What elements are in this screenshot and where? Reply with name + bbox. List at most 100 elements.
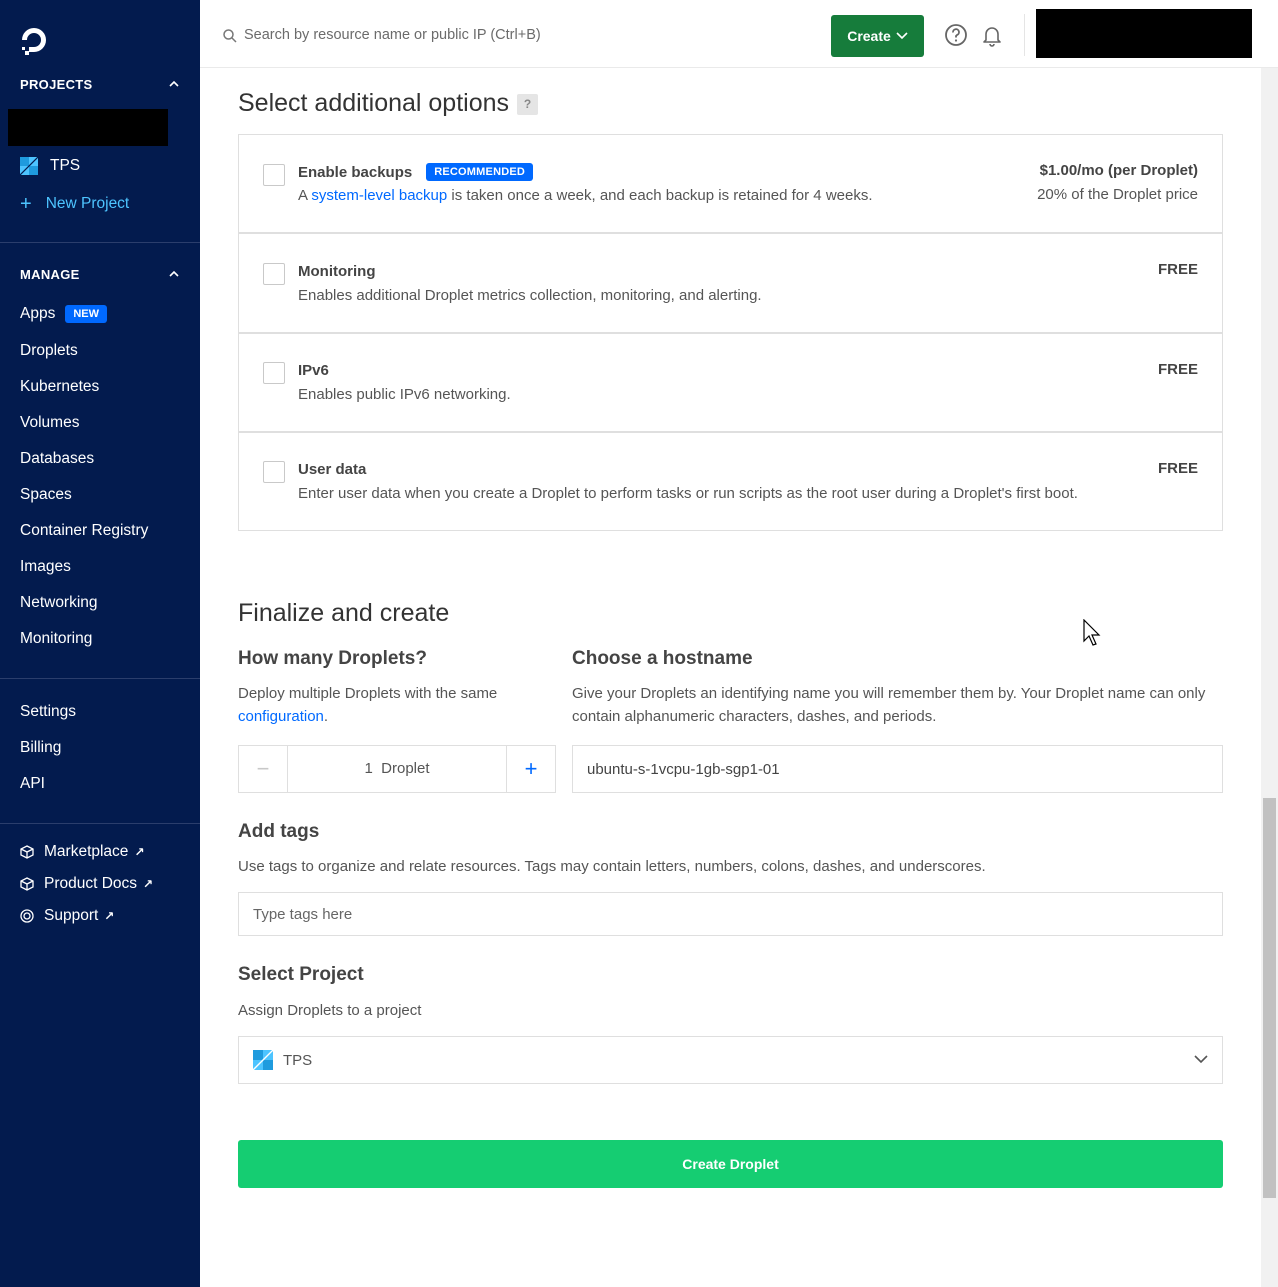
user-data-checkbox[interactable]	[263, 461, 285, 483]
external-link-icon: ↗	[134, 845, 145, 859]
help-icon[interactable]	[944, 23, 968, 47]
cube-icon	[20, 877, 34, 891]
sidebar-item-monitoring[interactable]: Monitoring	[20, 630, 92, 648]
chevron-up-icon[interactable]	[168, 78, 180, 90]
divider	[0, 823, 200, 824]
sidebar-link-label: Marketplace	[44, 843, 129, 860]
project-icon	[20, 157, 38, 175]
sidebar-item-label: Billing	[20, 739, 62, 756]
monitoring-checkbox[interactable]	[263, 263, 285, 285]
droplet-count-description: Deploy multiple Droplets with the same c…	[238, 682, 538, 728]
divider	[0, 242, 200, 243]
tags-input[interactable]	[238, 892, 1223, 936]
sidebar-link-support[interactable]: Support ↗	[20, 907, 114, 925]
lifebuoy-icon	[20, 909, 34, 923]
sidebar-item-settings[interactable]: Settings	[20, 703, 76, 721]
chevron-down-icon	[1194, 1055, 1208, 1064]
redacted-account	[1036, 9, 1252, 58]
sidebar-item-label: API	[20, 775, 45, 792]
sidebar-item-label: Droplets	[20, 342, 78, 359]
new-project-link[interactable]: + New Project	[20, 193, 130, 215]
increment-button[interactable]: +	[506, 746, 555, 792]
sidebar-link-marketplace[interactable]: Marketplace ↗	[20, 843, 145, 861]
project-label: TPS	[50, 157, 81, 174]
option-card-user-data[interactable]: User data Enter user data when you creat…	[238, 432, 1223, 531]
sidebar-item-spaces[interactable]: Spaces	[20, 486, 72, 504]
new-project-label: New Project	[45, 195, 130, 212]
option-title: Enable backups RECOMMENDED	[298, 163, 534, 181]
option-price: FREE	[1157, 460, 1198, 477]
project-description: Assign Droplets to a project	[238, 1002, 422, 1019]
ipv6-checkbox[interactable]	[263, 362, 285, 384]
option-card-backups[interactable]: Enable backups RECOMMENDED A system-leve…	[238, 134, 1223, 233]
system-level-backup-link[interactable]: system-level backup	[311, 187, 447, 204]
section-title-options: Select additional options?	[238, 89, 539, 118]
decrement-button[interactable]: −	[239, 746, 288, 792]
option-description: Enter user data when you create a Drople…	[298, 485, 1078, 502]
sidebar-item-api[interactable]: API	[20, 775, 45, 793]
divider	[1024, 14, 1025, 56]
sidebar-project-tps[interactable]: TPS	[20, 157, 80, 175]
sidebar-item-databases[interactable]: Databases	[20, 450, 94, 468]
sidebar-item-kubernetes[interactable]: Kubernetes	[20, 378, 99, 396]
external-link-icon: ↗	[104, 909, 115, 923]
manage-heading: MANAGE	[20, 267, 80, 282]
scrollbar-thumb[interactable]	[1263, 798, 1276, 1198]
desc-suffix: .	[323, 708, 329, 725]
sidebar-item-label: Monitoring	[20, 630, 93, 647]
bell-icon[interactable]	[980, 23, 1004, 47]
section-title-finalize: Finalize and create	[238, 599, 450, 627]
option-price: $1.00/mo (per Droplet)	[1039, 162, 1198, 179]
sidebar-item-apps[interactable]: Apps NEW	[20, 305, 108, 323]
digitalocean-logo-icon[interactable]	[18, 24, 50, 56]
sidebar-item-label: Kubernetes	[20, 378, 100, 395]
chevron-up-icon[interactable]	[168, 268, 180, 280]
divider	[0, 678, 200, 679]
project-heading: Select Project	[238, 964, 364, 985]
sidebar-item-label: Images	[20, 558, 71, 575]
sidebar-item-label: Settings	[20, 703, 77, 720]
option-card-ipv6[interactable]: IPv6 Enables public IPv6 networking. FRE…	[238, 333, 1223, 432]
help-tooltip-icon[interactable]: ?	[517, 94, 539, 115]
configuration-link[interactable]: configuration	[238, 708, 324, 725]
sidebar-item-images[interactable]: Images	[20, 558, 71, 576]
desc-prefix: Deploy multiple Droplets with the same	[238, 685, 498, 702]
top-bar: Create	[200, 0, 1278, 68]
droplet-count-heading: How many Droplets?	[238, 648, 427, 669]
sidebar-item-droplets[interactable]: Droplets	[20, 342, 78, 360]
sidebar: PROJECTS TPS + New Project MANAGE Apps N…	[0, 0, 200, 1287]
create-button[interactable]: Create	[831, 15, 924, 57]
mouse-cursor-icon	[1083, 619, 1101, 646]
project-select[interactable]: TPS	[238, 1036, 1223, 1084]
tags-description: Use tags to organize and relate resource…	[238, 858, 986, 875]
sidebar-item-networking[interactable]: Networking	[20, 594, 98, 612]
plus-icon: +	[20, 193, 32, 215]
redacted-project	[8, 109, 168, 146]
option-description: A system-level backup is taken once a we…	[298, 187, 873, 204]
section-title-text: Select additional options	[238, 89, 510, 117]
sidebar-item-label: Databases	[20, 450, 95, 467]
hostname-input[interactable]	[572, 745, 1223, 793]
option-price-note: 20% of the Droplet price	[1037, 186, 1198, 203]
backups-checkbox[interactable]	[263, 164, 285, 186]
sidebar-link-product-docs[interactable]: Product Docs ↗	[20, 875, 153, 893]
search-input[interactable]	[244, 22, 644, 48]
create-droplet-button[interactable]: Create Droplet	[238, 1140, 1223, 1188]
tags-heading: Add tags	[238, 821, 320, 842]
sidebar-item-container-registry[interactable]: Container Registry	[20, 522, 148, 540]
droplet-quantity-value[interactable]: 1 Droplet	[288, 746, 506, 792]
option-title-text: User data	[298, 461, 367, 478]
cube-icon	[20, 845, 34, 859]
option-card-monitoring[interactable]: Monitoring Enables additional Droplet me…	[238, 233, 1223, 333]
desc-suffix: is taken once a week, and each backup is…	[447, 187, 873, 204]
search-icon	[223, 29, 237, 43]
sidebar-item-billing[interactable]: Billing	[20, 739, 61, 757]
sidebar-item-label: Container Registry	[20, 522, 149, 539]
hostname-description: Give your Droplets an identifying name y…	[572, 685, 1206, 725]
sidebar-item-volumes[interactable]: Volumes	[20, 414, 79, 432]
sidebar-item-label: Spaces	[20, 486, 72, 503]
project-icon	[253, 1050, 273, 1070]
sidebar-item-label: Volumes	[20, 414, 80, 431]
chevron-down-icon	[896, 32, 908, 40]
option-title: IPv6	[298, 362, 329, 379]
